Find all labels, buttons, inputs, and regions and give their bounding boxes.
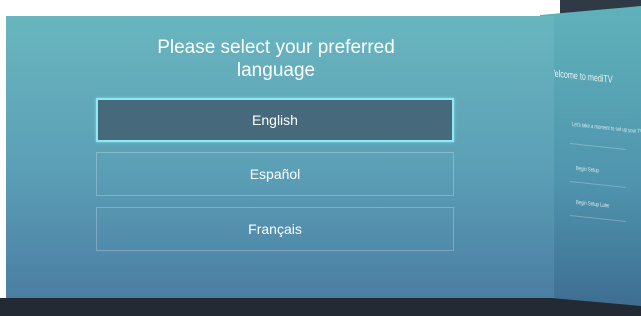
page-title-line-2: language [236, 60, 316, 81]
tv-screen: Welcome to mediTV Let's take a moment to… [0, 0, 641, 316]
welcome-side-panel: Welcome to mediTV Let's take a moment to… [540, 6, 641, 306]
begin-setup-later-option: Begin Setup Later [576, 200, 610, 210]
language-option-label: Français [248, 221, 302, 237]
page-title: Please select your preferred language [60, 36, 492, 82]
welcome-title: Welcome to mediTV [548, 68, 613, 86]
divider [570, 181, 626, 188]
language-option-espanol[interactable]: Español [96, 152, 454, 196]
begin-setup-option: Begin Setup [576, 166, 599, 175]
page-title-line-1: Please select your preferred [157, 37, 395, 58]
divider [570, 143, 626, 150]
language-option-francais[interactable]: Français [96, 207, 454, 251]
language-option-label: Español [249, 166, 301, 182]
language-option-label: English [252, 112, 298, 128]
divider [570, 215, 626, 222]
welcome-subtitle: Let's take a moment to set up your TV [572, 122, 641, 136]
language-option-english[interactable]: English [96, 98, 454, 142]
bottom-edge [0, 298, 641, 316]
